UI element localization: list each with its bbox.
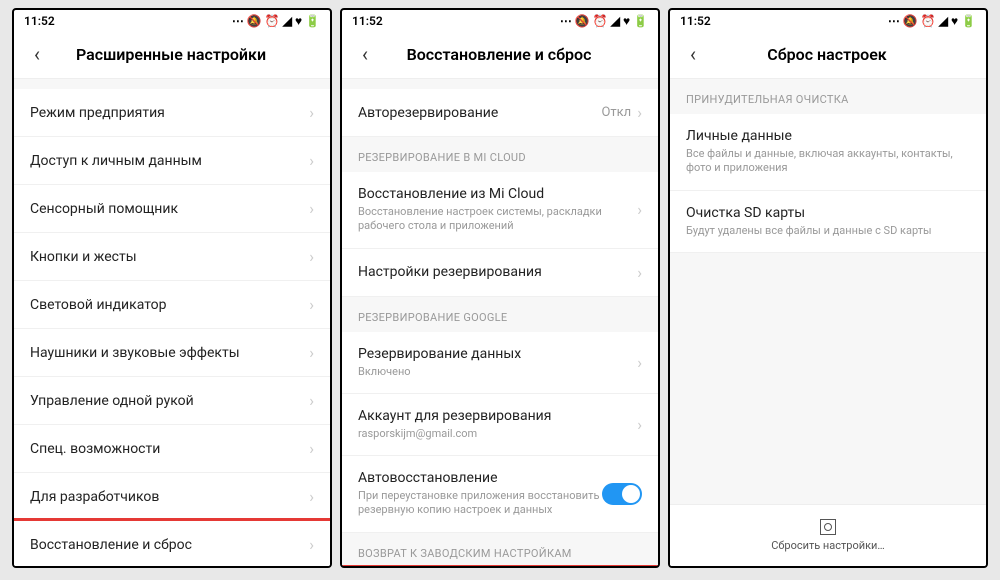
settings-row[interactable]: Световой индикатор› — [14, 281, 330, 329]
chevron-right-icon: › — [309, 199, 314, 218]
page-title: Восстановление и сброс — [374, 45, 624, 64]
back-button[interactable]: ‹ — [28, 42, 46, 66]
page-title: Расширенные настройки — [46, 45, 296, 64]
settings-row[interactable]: Для разработчиков› — [14, 473, 330, 521]
page-title: Сброс настроек — [702, 45, 952, 64]
row-title: Авторезервирование — [358, 105, 601, 121]
header: ‹ Расширенные настройки — [14, 32, 330, 79]
row-factory-reset[interactable]: Сброс настроек Удаляет все данные на тел… — [342, 565, 658, 566]
settings-row[interactable]: Кнопки и жесты› — [14, 233, 330, 281]
header: ‹ Восстановление и сброс — [342, 32, 658, 79]
chevron-right-icon: › — [637, 353, 642, 372]
row-sd-card[interactable]: Очистка SD карты Будут удалены все файлы… — [670, 191, 986, 253]
status-bar: 11:52 ⋯ 🔕 ⏰ ◢ ♥ 🔋 — [14, 10, 330, 32]
toggle-on-icon[interactable] — [602, 483, 642, 505]
settings-row[interactable]: Спец. возможности› — [14, 425, 330, 473]
row-title: Доступ к личным данным — [30, 153, 309, 169]
row-subtitle: Включено — [358, 365, 637, 379]
chevron-right-icon: › — [309, 247, 314, 266]
status-time: 11:52 — [352, 14, 383, 28]
phone-screen-3: 11:52 ⋯ 🔕 ⏰ ◢ ♥ 🔋 ‹ Сброс настроек ПРИНУ… — [668, 8, 988, 568]
chevron-right-icon: › — [309, 343, 314, 362]
phone-screen-1: 11:52 ⋯ 🔕 ⏰ ◢ ♥ 🔋 ‹ Расширенные настройк… — [12, 8, 332, 568]
row-auto-backup[interactable]: Авторезервирование Откл › — [342, 89, 658, 137]
back-button[interactable]: ‹ — [356, 42, 374, 66]
row-auto-restore[interactable]: Автовосстановление При переустановке при… — [342, 456, 658, 533]
row-title: Световой индикатор — [30, 297, 309, 313]
back-button[interactable]: ‹ — [684, 42, 702, 66]
row-subtitle: rasporskijm@gmail.com — [358, 427, 637, 441]
settings-list[interactable]: ПРИНУДИТЕЛЬНАЯ ОЧИСТКА Личные данные Все… — [670, 79, 986, 566]
row-title: Восстановление и сброс — [30, 537, 309, 553]
row-title: Режим предприятия — [30, 105, 309, 121]
row-title: Наушники и звуковые эффекты — [30, 345, 309, 361]
settings-row[interactable]: Доступ к личным данным› — [14, 137, 330, 185]
settings-row[interactable]: Сенсорный помощник› — [14, 185, 330, 233]
row-data-backup[interactable]: Резервирование данных Включено › — [342, 332, 658, 394]
row-title: Личные данные — [686, 128, 970, 144]
chevron-right-icon: › — [309, 103, 314, 122]
settings-list[interactable]: Авторезервирование Откл › РЕЗЕРВИРОВАНИЕ… — [342, 79, 658, 566]
row-title: Автовосстановление — [358, 470, 602, 486]
chevron-right-icon: › — [309, 295, 314, 314]
chevron-right-icon: › — [309, 151, 314, 170]
status-icons: ⋯ 🔕 ⏰ ◢ ♥ 🔋 — [888, 14, 976, 28]
row-subtitle: Все файлы и данные, включая аккаунты, ко… — [686, 147, 970, 176]
row-title: Восстановление из Mi Cloud — [358, 186, 637, 202]
status-icons: ⋯ 🔕 ⏰ ◢ ♥ 🔋 — [232, 14, 320, 28]
status-bar: 11:52 ⋯ 🔕 ⏰ ◢ ♥ 🔋 — [342, 10, 658, 32]
row-title: Сенсорный помощник — [30, 201, 309, 217]
row-subtitle: Восстановление настроек системы, расклад… — [358, 205, 637, 234]
row-backup-account[interactable]: Аккаунт для резервирования rasporskijm@g… — [342, 394, 658, 456]
status-icons: ⋯ 🔕 ⏰ ◢ ♥ 🔋 — [560, 14, 648, 28]
chevron-right-icon: › — [637, 200, 642, 219]
settings-row[interactable]: Наушники и звуковые эффекты› — [14, 329, 330, 377]
section-header-factory: ВОЗВРАТ К ЗАВОДСКИМ НАСТРОЙКАМ — [342, 533, 658, 566]
row-title: Очистка SD карты — [686, 205, 970, 221]
section-header-force: ПРИНУДИТЕЛЬНАЯ ОЧИСТКА — [670, 79, 986, 114]
row-title: Для разработчиков — [30, 489, 309, 505]
row-subtitle: При переустановке приложения восстановит… — [358, 489, 602, 518]
row-title: Управление одной рукой — [30, 393, 309, 409]
settings-row[interactable]: Режим предприятия› — [14, 89, 330, 137]
row-title: Резервирование данных — [358, 346, 637, 362]
chevron-right-icon: › — [309, 535, 314, 554]
section-header-micloud: РЕЗЕРВИРОВАНИЕ В MI CLOUD — [342, 137, 658, 172]
status-time: 11:52 — [24, 14, 55, 28]
chevron-right-icon: › — [309, 487, 314, 506]
row-title: Кнопки и жесты — [30, 249, 309, 265]
button-label: Сбросить настройки… — [771, 539, 885, 552]
section-header-google: РЕЗЕРВИРОВАНИЕ GOOGLE — [342, 297, 658, 332]
chevron-right-icon: › — [637, 103, 642, 122]
chevron-right-icon: › — [309, 391, 314, 410]
row-subtitle: Будут удалены все файлы и данные с SD ка… — [686, 224, 970, 238]
status-bar: 11:52 ⋯ 🔕 ⏰ ◢ ♥ 🔋 — [670, 10, 986, 32]
chevron-right-icon: › — [637, 263, 642, 282]
header: ‹ Сброс настроек — [670, 32, 986, 79]
reset-settings-button[interactable]: Сбросить настройки… — [670, 504, 986, 566]
row-title: Аккаунт для резервирования — [358, 408, 637, 424]
row-personal-data[interactable]: Личные данные Все файлы и данные, включа… — [670, 114, 986, 191]
row-value: Откл — [601, 105, 631, 120]
chevron-right-icon: › — [309, 439, 314, 458]
phone-screen-2: 11:52 ⋯ 🔕 ⏰ ◢ ♥ 🔋 ‹ Восстановление и сбр… — [340, 8, 660, 568]
row-backup-settings[interactable]: Настройки резервирования › — [342, 249, 658, 297]
row-restore-micloud[interactable]: Восстановление из Mi Cloud Восстановлени… — [342, 172, 658, 249]
settings-row[interactable]: Восстановление и сброс› — [14, 518, 330, 566]
row-title: Спец. возможности — [30, 441, 309, 457]
status-time: 11:52 — [680, 14, 711, 28]
reset-icon — [820, 519, 836, 535]
row-title: Настройки резервирования — [358, 264, 637, 280]
settings-row[interactable]: Управление одной рукой› — [14, 377, 330, 425]
chevron-right-icon: › — [637, 415, 642, 434]
settings-list[interactable]: Режим предприятия›Доступ к личным данным… — [14, 79, 330, 566]
